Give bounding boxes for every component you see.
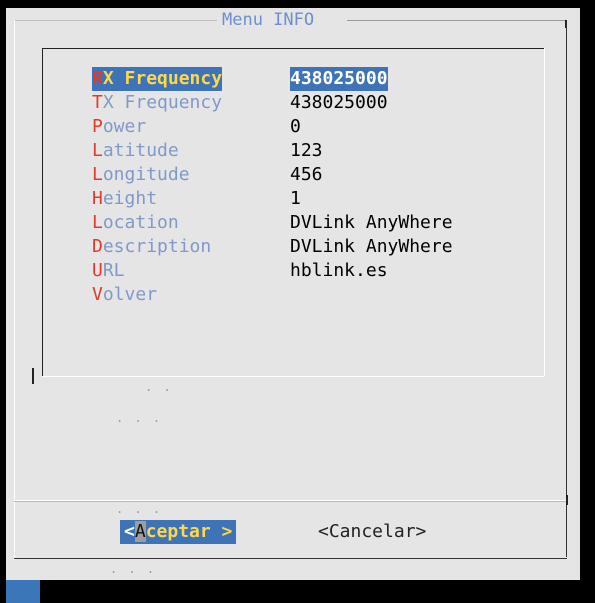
menu-item-value: 438025000 [290,92,388,113]
menu-item-label: RL [102,260,125,281]
accept-label: ceptar > [145,521,233,542]
menu-item-label: X Frequency [102,68,223,89]
dialog-frame-top-right [347,20,567,21]
dialog-frame-bottom [14,558,567,559]
hotkey-letter: H [92,188,103,209]
dialog-shadow [580,20,595,580]
hotkey-letter: U [92,260,103,281]
hotkey-letter: L [92,140,103,161]
button-separator-shadow [14,501,567,502]
hotkey-letter: V [92,284,103,305]
menu-item-power[interactable]: Power [92,115,146,139]
menu-item-url[interactable]: URL [92,259,125,283]
hotkey-letter: P [92,116,103,137]
dialog-title: Menu INFO [220,10,317,30]
cancel-button[interactable]: <Cancelar> [318,520,426,544]
menu-item-value: 123 [290,140,323,161]
menu-list-corner [32,368,34,384]
menu-item-volver[interactable]: Volver [92,283,157,307]
dialog-frame-top [14,20,217,21]
terminal-bottom-bar [0,580,595,603]
menu-item-tx-frequency[interactable]: TX Frequency [92,91,222,115]
hotkey-letter: R [92,68,103,89]
scroll-dots: . . . [116,502,163,516]
menu-item-label: ongitude [102,164,190,185]
menu-item-label: eight [102,188,158,209]
menu-list-border-right [544,48,545,376]
hotkey-letter: D [92,236,103,257]
menu-item-latitude[interactable]: Latitude [92,139,179,163]
menu-item-value: DVLink AnyWhere [290,236,453,257]
menu-item-label: escription [102,236,212,257]
menu-item-longitude[interactable]: Longitude [92,163,190,187]
accept-bracket-left: < [124,521,135,542]
hotkey-letter: L [92,212,103,233]
menu-item-value: hblink.es [290,260,388,281]
scroll-dots: . . . [116,411,163,425]
terminal-bottom-accent [6,580,40,603]
menu-item-label: olver [102,284,158,305]
menu-item-label: X Frequency [102,92,223,113]
menu-item-value[interactable]: 438025000 [290,67,388,91]
hotkey-letter: L [92,164,103,185]
separator-mark [566,495,568,505]
menu-item-value: DVLink AnyWhere [290,212,453,233]
scroll-dots: . . . [110,562,157,576]
menu-item-description[interactable]: Description [92,235,211,259]
menu-item-value: 456 [290,164,323,185]
dialog-frame-right [566,22,567,557]
menu-list-border-bottom [42,376,544,377]
scroll-dots: . . [145,380,173,394]
menu-item-height[interactable]: Height [92,187,157,211]
menu-list-border-top [42,48,544,49]
hotkey-letter: T [92,92,103,113]
menu-list-border-left [42,48,43,376]
menu-item-value: 0 [290,116,301,137]
menu-item-value: 1 [290,188,301,209]
menu-item-label: ocation [102,212,179,233]
menu-item-label: ower [102,116,147,137]
accept-button[interactable]: <Aceptar > [120,520,237,544]
menu-item-label: atitude [102,140,179,161]
dialog-frame-left [14,20,15,560]
menu-item-rx-frequency[interactable]: RX Frequency [92,67,223,91]
accept-hotkey: A [134,521,146,542]
menu-item-location[interactable]: Location [92,211,179,235]
